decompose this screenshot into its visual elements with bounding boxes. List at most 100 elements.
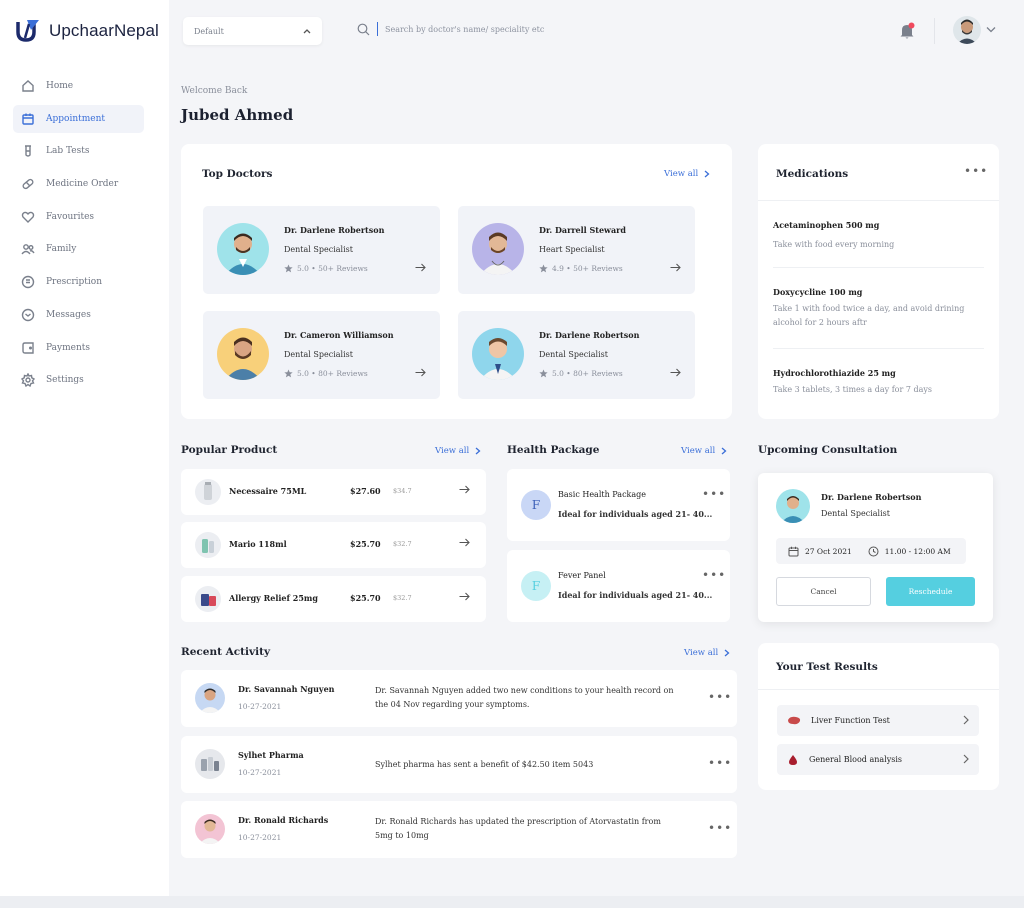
product-price: $25.70 [350,593,381,603]
medication-name: Acetaminophen 500 mg [773,220,880,230]
activity-message: Sylhet pharma has sent a benefit of $42.… [375,760,594,769]
doctor-specialty: Dental Specialist [284,350,353,359]
more-options-icon[interactable]: ••• [702,487,726,501]
medication-instructions: Take 1 with food twice a day, and avoid … [773,304,965,327]
search-bar [357,22,645,36]
calendar-icon [21,112,35,126]
sidebar-item-favourites[interactable]: Favourites [13,203,144,231]
product-image [195,586,221,612]
brand-logo[interactable]: UpchaarNepal [15,18,159,44]
welcome-text: Welcome Back [181,86,248,96]
consultation-date: 27 Oct 2021 [805,546,852,556]
sidebar-item-payments[interactable]: Payments [13,334,144,362]
activity-message: Dr. Ronald Richards has updated the pres… [375,817,661,840]
consultation-doctor-specialty: Dental Specialist [821,509,890,518]
test-result-item[interactable]: Liver Function Test [777,705,979,736]
doctor-card[interactable]: Dr. Darrell Steward Heart Specialist 4.9… [458,206,695,294]
text-caret [377,22,378,36]
doctor-avatar [472,223,524,275]
health-package-item[interactable]: F Fever Panel Ideal for individuals aged… [507,550,730,622]
arrow-right-icon[interactable] [459,592,470,601]
sidebar-item-family[interactable]: Family [13,235,144,263]
liver-icon [788,716,801,724]
product-item[interactable]: Allergy Relief 25mg $25.70 $32.7 [181,576,486,622]
sidebar-item-medicine-order[interactable]: Medicine Order [13,170,144,198]
package-description: Ideal for individuals aged 21- 40... [558,509,713,519]
cancel-button[interactable]: Cancel [776,577,871,606]
more-options-icon[interactable]: ••• [708,690,732,704]
medication-item[interactable]: Doxycycline 100 mg Take 1 with food twic… [773,287,973,330]
clock-icon [868,546,879,556]
user-avatar[interactable] [953,16,981,44]
calendar-icon [788,546,799,556]
health-package-view-all[interactable]: View all [681,446,727,456]
arrow-right-icon[interactable] [670,263,681,272]
test-name: Liver Function Test [811,716,890,725]
product-price: $25.70 [350,539,381,549]
arrow-right-icon[interactable] [459,538,470,547]
activity-date: 10-27-2021 [238,702,282,711]
product-old-price: $32.7 [393,540,412,548]
arrow-right-icon[interactable] [459,485,470,494]
sidebar-item-prescription[interactable]: Prescription [13,268,144,296]
recent-activity-view-all[interactable]: View all [684,648,730,658]
arrow-right-icon[interactable] [415,368,426,377]
upcoming-consultation-title: Upcoming Consultation [758,444,898,456]
test-tube-icon [21,144,35,158]
more-options-icon[interactable]: ••• [964,164,988,178]
star-icon [539,369,548,378]
chevron-down-icon[interactable] [986,26,996,33]
doctor-avatar [217,328,269,380]
logo-mark-icon [16,20,39,42]
activity-actor: Sylhet Pharma [238,750,304,760]
reschedule-button[interactable]: Reschedule [886,577,975,606]
doctor-card[interactable]: Dr. Darlene Robertson Dental Specialist … [203,206,440,294]
chevron-right-icon [963,715,969,725]
activity-item[interactable]: Dr. Ronald Richards 10-27-2021 Dr. Ronal… [181,801,737,858]
medications-title: Medications [776,168,849,180]
chevron-right-icon [724,649,730,657]
popular-product-title: Popular Product [181,444,278,456]
topbar-divider [934,18,935,44]
product-image [195,479,221,505]
doctor-card[interactable]: Dr. Darlene Robertson Dental Specialist … [458,311,695,399]
medication-item[interactable]: Acetaminophen 500 mg Take with food ever… [773,220,973,252]
doctor-rating: 5.0 • 80+ Reviews [539,369,623,378]
arrow-right-icon[interactable] [415,263,426,272]
wallet-icon [21,341,35,355]
profile-select[interactable]: Default [183,17,322,45]
rating-text: 5.0 • 80+ Reviews [552,369,623,378]
sidebar-item-lab-tests[interactable]: Lab Tests [13,137,144,165]
sidebar-item-settings[interactable]: Settings [13,366,144,394]
sidebar-item-home[interactable]: Home [13,72,144,100]
doctor-avatar [217,223,269,275]
chevron-right-icon [475,447,481,455]
brand-name: UpchaarNepal [49,21,159,40]
activity-item[interactable]: Sylhet Pharma 10-27-2021 Sylhet pharma h… [181,736,737,793]
sidebar-item-appointment[interactable]: Appointment [13,104,144,133]
product-item[interactable]: Necessaire 75ML $27.60 $34.7 [181,469,486,515]
search-input[interactable] [385,24,645,34]
activity-message: Dr. Savannah Nguyen added two new condit… [375,686,674,709]
sidebar-item-label: Home [46,81,74,91]
doctor-avatar [472,328,524,380]
medication-item[interactable]: Hydrochlorothiazide 25 mg Take 3 tablets… [773,368,973,397]
more-options-icon[interactable]: ••• [708,821,732,835]
sidebar-item-messages[interactable]: Messages [13,301,144,329]
top-doctors-view-all[interactable]: View all [664,169,710,179]
package-name: Basic Health Package [558,490,647,499]
more-options-icon[interactable]: ••• [702,568,726,582]
test-result-item[interactable]: General Blood analysis [777,744,979,775]
activity-item[interactable]: Dr. Savannah Nguyen 10-27-2021 Dr. Savan… [181,670,737,727]
more-options-icon[interactable]: ••• [708,756,732,770]
sidebar-item-label: Medicine Order [46,179,119,190]
notification-bell-icon[interactable] [899,22,915,40]
product-item[interactable]: Mario 118ml $25.70 $32.7 [181,522,486,568]
health-package-item[interactable]: F Basic Health Package Ideal for individ… [507,469,730,541]
doctor-name: Dr. Darlene Robertson [284,225,385,235]
arrow-right-icon[interactable] [670,368,681,377]
sidebar-item-label: Lab Tests [46,146,90,157]
test-results-title: Your Test Results [776,661,878,673]
doctor-card[interactable]: Dr. Cameron Williamson Dental Specialist… [203,311,440,399]
popular-product-view-all[interactable]: View all [435,446,481,456]
